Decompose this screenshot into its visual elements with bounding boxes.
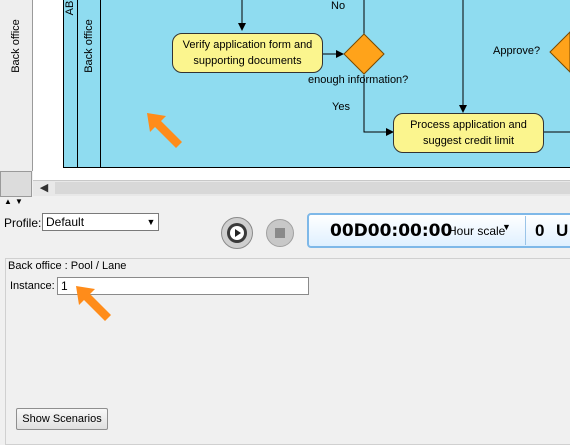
counter-unit: U: [556, 221, 569, 240]
play-button[interactable]: [221, 217, 253, 249]
label-no: No: [331, 0, 346, 12]
chevron-down-icon[interactable]: ▼: [144, 214, 158, 230]
profile-value: Default: [46, 215, 85, 229]
task-label: Verify application form and supporting d…: [182, 39, 313, 67]
clock-time: 00D00:00:00: [330, 221, 453, 241]
profile-label: Profile:: [4, 216, 42, 230]
task-label: Process application and suggest credit l…: [410, 119, 527, 147]
gateway-approve[interactable]: [549, 31, 570, 73]
scroll-left-arrow-icon[interactable]: ◀: [36, 180, 52, 196]
diagram-shapes: [147, 0, 570, 148]
collapse-down-arrow-icon[interactable]: ▼: [15, 198, 23, 206]
time-scale-chevron-icon[interactable]: ▼: [502, 222, 511, 232]
stop-button[interactable]: [266, 219, 294, 247]
profile-select[interactable]: Default ▼: [42, 213, 159, 231]
play-gear-icon: [227, 223, 247, 243]
stop-icon: [275, 228, 285, 238]
collapse-up-arrow-icon[interactable]: ▲: [4, 198, 12, 206]
task-process-application[interactable]: Process application and suggest credit l…: [393, 113, 544, 153]
scrollbar-track[interactable]: [55, 182, 570, 194]
properties-title: Back office : Pool / Lane: [8, 260, 127, 272]
label-approve: Approve?: [493, 45, 541, 57]
annotation-arrow-icon: [76, 286, 111, 321]
time-scale-dropdown[interactable]: Hour scale: [448, 224, 505, 238]
label-enough-information: enough information?: [308, 74, 409, 86]
annotation-arrow-icon: [147, 113, 182, 148]
counter-value: 0: [535, 221, 545, 240]
instance-label: Instance:: [10, 280, 55, 292]
clock-separator: [525, 216, 526, 245]
gateway-enough-information[interactable]: [343, 33, 385, 75]
task-verify-application[interactable]: Verify application form and supporting d…: [172, 33, 323, 73]
show-scenarios-button[interactable]: Show Scenarios: [16, 408, 108, 430]
label-yes: Yes: [332, 101, 350, 113]
instance-value: 1: [61, 279, 68, 293]
